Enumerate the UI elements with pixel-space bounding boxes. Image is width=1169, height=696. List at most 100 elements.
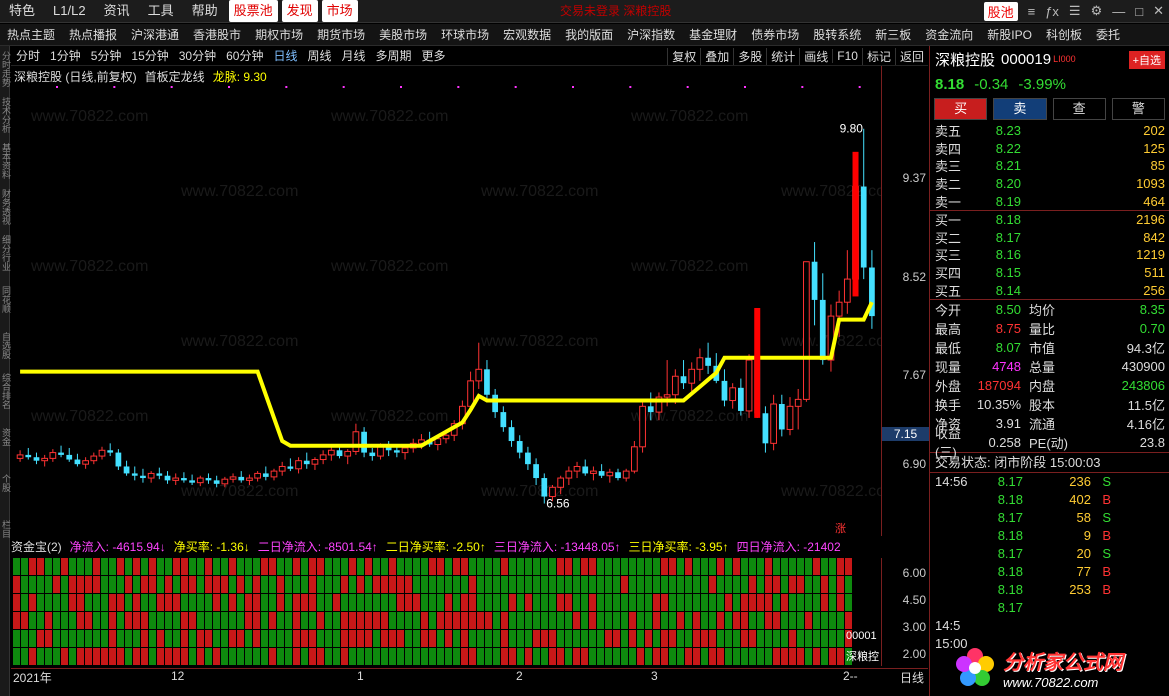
chart-tool-button[interactable]: 返回 bbox=[894, 47, 928, 65]
query-button[interactable]: 查 bbox=[1052, 98, 1106, 120]
bid-row[interactable]: 买四 8.15 511 bbox=[930, 264, 1169, 282]
nav-item[interactable]: 科创板 bbox=[1039, 24, 1089, 46]
period-tab[interactable]: 5分钟 bbox=[86, 47, 127, 64]
nav-item[interactable]: 新三板 bbox=[868, 24, 918, 46]
nav-item[interactable]: 基金理财 bbox=[682, 24, 744, 46]
close-icon[interactable]: ✕ bbox=[1153, 3, 1164, 19]
heat-cell bbox=[317, 612, 324, 629]
heat-cell bbox=[117, 648, 124, 665]
bid-row[interactable]: 买三 8.16 1219 bbox=[930, 246, 1169, 264]
ask-row[interactable]: 卖四 8.22 125 bbox=[930, 140, 1169, 158]
candle-body bbox=[533, 464, 539, 479]
stock-pool-badge[interactable]: 股池 bbox=[983, 1, 1018, 21]
nav-item[interactable]: 沪深港通 bbox=[124, 24, 186, 46]
period-tab[interactable]: 月线 bbox=[337, 47, 371, 64]
quote-sidepanel: 深粮控股 000019 LI000 +自选 8.18 -0.34 -3.99% … bbox=[929, 46, 1169, 696]
period-tab[interactable]: 60分钟 bbox=[221, 47, 268, 64]
menu-item-features[interactable]: 特色 bbox=[0, 0, 44, 22]
candlestick-chart[interactable]: www.70822.com www.70822.com www.70822.com w… bbox=[11, 66, 881, 536]
heat-cell bbox=[565, 558, 572, 575]
chart-tool-button[interactable]: 标记 bbox=[861, 47, 895, 65]
nav-item[interactable]: 期货市场 bbox=[310, 24, 372, 46]
ask-row[interactable]: 卖三 8.21 85 bbox=[930, 157, 1169, 175]
candle-body bbox=[843, 278, 851, 303]
chart-tool-button[interactable]: 统计 bbox=[766, 47, 799, 65]
period-tab[interactable]: 30分钟 bbox=[174, 47, 221, 64]
nav-item[interactable]: 资金流向 bbox=[918, 24, 980, 46]
nav-item[interactable]: 香港股市 bbox=[186, 24, 248, 46]
bid-row[interactable]: 买二 8.17 842 bbox=[930, 229, 1169, 247]
bid-row[interactable]: 买五 8.14 256 bbox=[930, 281, 1169, 299]
nav-item[interactable]: 债券市场 bbox=[744, 24, 806, 46]
heat-cell bbox=[245, 594, 252, 611]
layers-icon[interactable]: ≡ bbox=[1028, 4, 1036, 19]
heat-cell bbox=[637, 576, 644, 593]
menu-item-news[interactable]: 资讯 bbox=[95, 0, 139, 22]
heat-cell bbox=[253, 576, 260, 593]
ask-row[interactable]: 卖二 8.20 1093 bbox=[930, 175, 1169, 193]
menu-item-l1l2[interactable]: L1/L2 bbox=[44, 0, 95, 22]
formula-icon[interactable]: ƒx bbox=[1045, 4, 1059, 19]
nav-item[interactable]: 期权市场 bbox=[248, 24, 310, 46]
menu-item-discover[interactable]: 发现 bbox=[281, 0, 318, 22]
heat-cell bbox=[781, 612, 788, 629]
period-tab[interactable]: 分时 bbox=[11, 47, 45, 64]
menu-item-market[interactable]: 市场 bbox=[321, 0, 358, 22]
nav-item[interactable]: 新股IPO bbox=[980, 24, 1039, 46]
chart-tool-button[interactable]: F10 bbox=[832, 49, 862, 63]
nav-item[interactable]: 我的版面 bbox=[558, 24, 620, 46]
heat-cell bbox=[845, 558, 852, 575]
window-title: 交易未登录 深粮控股 bbox=[560, 4, 672, 18]
ask-row[interactable]: 卖一 8.19 464 bbox=[930, 192, 1169, 210]
period-label[interactable]: 日线 bbox=[900, 669, 924, 686]
minimize-icon[interactable]: — bbox=[1112, 4, 1125, 19]
panel-name[interactable]: 资金宝(2) bbox=[11, 538, 62, 556]
menu-item-help[interactable]: 帮助 bbox=[183, 0, 227, 22]
heat-cell bbox=[621, 612, 628, 629]
nav-item[interactable]: 股转系统 bbox=[806, 24, 868, 46]
menu-item-stock-pool[interactable]: 股票池 bbox=[228, 0, 278, 22]
heat-cell bbox=[325, 630, 332, 647]
nav-item[interactable]: 美股市场 bbox=[372, 24, 434, 46]
chart-tool-button[interactable]: 画线 bbox=[799, 47, 832, 65]
maximize-icon[interactable]: □ bbox=[1135, 4, 1143, 19]
nav-item[interactable]: 委托 bbox=[1089, 24, 1127, 46]
alert-button[interactable]: 警 bbox=[1111, 98, 1165, 120]
ask-row[interactable]: 卖五 8.23 202 bbox=[930, 122, 1169, 140]
gear-icon[interactable]: ⚙ bbox=[1091, 3, 1103, 19]
time-label: 2 bbox=[516, 669, 523, 683]
chart-tool-button[interactable]: 复权 bbox=[667, 47, 700, 65]
buy-button[interactable]: 买 bbox=[934, 98, 988, 120]
add-watchlist-button[interactable]: +自选 bbox=[1128, 51, 1165, 69]
heat-cell bbox=[813, 630, 820, 647]
menu-item-tools[interactable]: 工具 bbox=[139, 0, 183, 22]
chart-tool-button[interactable]: 多股 bbox=[733, 47, 766, 65]
heat-cell bbox=[669, 576, 676, 593]
nav-item[interactable]: 热点播报 bbox=[62, 24, 124, 46]
period-tab[interactable]: 1分钟 bbox=[45, 47, 86, 64]
last-price: 8.18 bbox=[935, 75, 965, 93]
fund-flow-heatmap[interactable] bbox=[11, 558, 881, 666]
nav-item[interactable]: 沪深指数 bbox=[620, 24, 682, 46]
heat-cell bbox=[821, 594, 828, 611]
period-tab[interactable]: 15分钟 bbox=[126, 47, 173, 64]
heat-cell bbox=[597, 612, 604, 629]
period-tab[interactable]: 周线 bbox=[302, 47, 336, 64]
tick-price: 8.18 bbox=[997, 528, 1023, 544]
heat-cell bbox=[485, 612, 492, 629]
heat-cell bbox=[357, 648, 364, 665]
heat-cell bbox=[357, 612, 364, 629]
heat-cell bbox=[429, 648, 436, 665]
period-tab[interactable]: 多周期 bbox=[371, 47, 417, 64]
list-icon[interactable]: ☰ bbox=[1069, 3, 1081, 19]
sell-button[interactable]: 卖 bbox=[993, 98, 1047, 120]
nav-item[interactable]: 宏观数据 bbox=[496, 24, 558, 46]
heat-cell bbox=[429, 576, 436, 593]
nav-item[interactable]: 环球市场 bbox=[434, 24, 496, 46]
indicator-name[interactable]: 首板定龙线 bbox=[145, 68, 205, 85]
period-tab[interactable]: 更多 bbox=[417, 47, 451, 64]
nav-item[interactable]: 热点主题 bbox=[0, 24, 62, 46]
period-tab[interactable]: 日线 bbox=[268, 47, 302, 64]
bid-row[interactable]: 买一 8.18 2196 bbox=[930, 211, 1169, 229]
chart-tool-button[interactable]: 叠加 bbox=[700, 47, 733, 65]
